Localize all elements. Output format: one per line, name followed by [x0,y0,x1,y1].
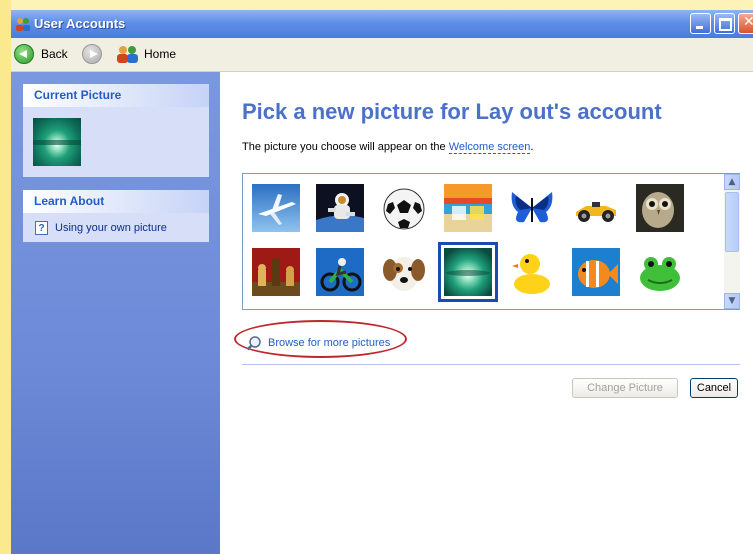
home-button-label[interactable]: Home [144,47,176,61]
user-accounts-window: User Accounts Back Home Current Picture … [11,10,753,554]
picture-gallery: ▲ ▼ [242,173,740,310]
browse-more-pictures-label[interactable]: Browse for more pictures [268,337,390,349]
forward-arrow-icon[interactable] [82,44,102,64]
outer-frame-left [0,0,11,554]
close-button[interactable] [738,13,753,34]
back-button-label[interactable]: Back [41,47,68,61]
divider [242,364,740,365]
cancel-button[interactable]: Cancel [690,378,738,398]
learn-about-header: Learn About [23,190,209,213]
description-suffix: . [530,141,534,153]
picture-beach-chairs[interactable] [444,184,492,232]
picture-soccer-ball[interactable] [380,184,428,232]
picture-dirt-bike[interactable] [316,248,364,296]
scroll-down-icon[interactable]: ▼ [724,293,740,309]
minimize-button[interactable] [690,13,711,34]
picture-drip-selected[interactable] [438,242,498,302]
title-bar[interactable]: User Accounts [11,10,753,38]
picture-chess-pieces[interactable] [252,248,300,296]
picture-race-car[interactable] [572,184,620,232]
magnifier-icon [246,336,261,351]
picture-airplane[interactable] [252,184,300,232]
help-icon: ? [35,221,48,235]
page-title: Pick a new picture for Lay out's account [242,99,662,124]
scrollbar-thumb[interactable] [725,192,739,252]
picture-astronaut[interactable] [316,184,364,232]
browse-more-pictures-link[interactable]: Browse for more pictures [246,335,390,351]
window-title: User Accounts [34,16,126,31]
picture-butterfly[interactable] [508,184,556,232]
main-content: Pick a new picture for Lay out's account… [220,72,753,554]
user-accounts-icon [16,18,30,31]
maximize-button[interactable] [714,13,735,34]
learn-about-panel: Learn About ? Using your own picture [23,190,209,242]
welcome-screen-link[interactable]: Welcome screen [448,141,531,154]
description-text: The picture you choose will appear on th… [242,141,449,153]
picture-dog[interactable] [380,248,428,296]
home-users-icon[interactable] [115,44,141,64]
change-picture-button[interactable]: Change Picture [572,378,678,398]
task-sidebar: Current Picture Learn About ? Using your… [11,72,220,554]
current-picture-image [33,118,81,166]
outer-frame-top [0,0,753,8]
picture-fish[interactable] [572,248,620,296]
navigation-toolbar: Back Home [11,38,753,72]
back-arrow-icon[interactable] [14,44,34,64]
page-description: The picture you choose will appear on th… [242,141,534,154]
current-picture-header: Current Picture [23,84,209,107]
learn-item-label[interactable]: Using your own picture [55,222,167,234]
learn-item-own-picture[interactable]: ? Using your own picture [35,221,167,235]
gallery-scrollbar[interactable]: ▲ ▼ [724,174,740,309]
scroll-up-icon[interactable]: ▲ [724,174,740,190]
current-picture-panel: Current Picture [23,84,209,177]
picture-owl[interactable] [636,184,684,232]
picture-frog[interactable] [636,248,684,296]
picture-rubber-duck[interactable] [508,248,556,296]
